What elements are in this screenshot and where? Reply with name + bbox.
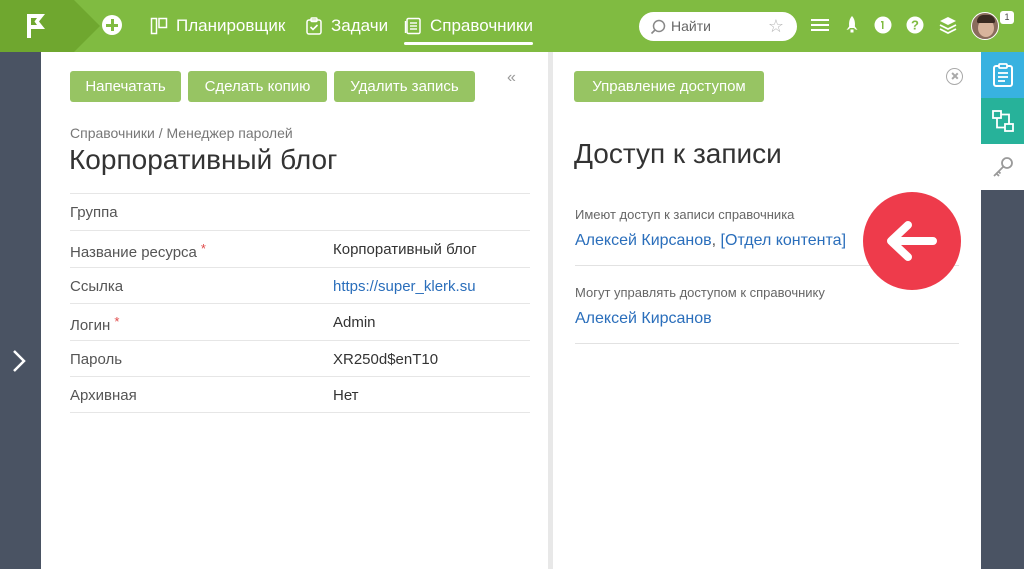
add-button[interactable] bbox=[102, 15, 122, 35]
nav-planner[interactable]: Планировщик bbox=[150, 0, 285, 52]
breadcrumb[interactable]: Справочники / Менеджер паролей bbox=[70, 125, 293, 141]
key-icon bbox=[992, 157, 1013, 177]
menu-icon[interactable] bbox=[811, 16, 829, 34]
manage-section-label: Могут управлять доступом к справочнику bbox=[575, 285, 825, 300]
field-label: Логин * bbox=[70, 314, 119, 334]
field-row-login: Логин * Admin bbox=[70, 303, 530, 340]
side-tool-access[interactable] bbox=[981, 144, 1024, 190]
side-toolbar bbox=[981, 52, 1024, 569]
nav-directories-label: Справочники bbox=[430, 16, 533, 35]
side-tool-structure[interactable] bbox=[981, 98, 1024, 144]
star-icon[interactable]: ☆ bbox=[768, 16, 784, 37]
help-icon[interactable]: ? bbox=[906, 16, 924, 34]
field-label: Архивная bbox=[70, 387, 137, 404]
copy-button[interactable]: Сделать копию bbox=[188, 71, 327, 102]
user-avatar[interactable] bbox=[971, 12, 999, 40]
structure-icon bbox=[991, 110, 1014, 132]
department-link[interactable]: [Отдел контента] bbox=[721, 232, 846, 249]
logo-arrow-shape bbox=[74, 0, 100, 52]
page-title: Корпоративный блог bbox=[69, 144, 338, 175]
left-rail bbox=[0, 52, 41, 569]
field-label: Название ресурса * bbox=[70, 241, 206, 261]
clipboard-icon bbox=[992, 63, 1013, 87]
rocket-icon[interactable] bbox=[845, 16, 859, 34]
access-title: Доступ к записи bbox=[574, 138, 782, 169]
field-row-password: Пароль XR250d$enT10 bbox=[70, 340, 530, 377]
layers-icon[interactable] bbox=[939, 16, 957, 34]
arrow-annotation bbox=[863, 192, 961, 290]
search-box[interactable]: Найти ☆ bbox=[639, 12, 797, 41]
svg-text:?: ? bbox=[911, 18, 919, 33]
nav-tasks-label: Задачи bbox=[331, 16, 389, 35]
avatar-hair bbox=[977, 15, 995, 23]
field-value: XR250d$enT10 bbox=[333, 351, 439, 368]
field-row-group: Группа bbox=[70, 193, 530, 230]
field-label: Ссылка bbox=[70, 278, 124, 295]
field-label: Группа bbox=[70, 204, 118, 221]
manage-access-button[interactable]: Управление доступом bbox=[574, 71, 764, 102]
flag-logo-icon bbox=[27, 14, 45, 38]
separator-text: , bbox=[711, 232, 721, 249]
top-bar: Планировщик Задачи Справочники Найти ☆ ?… bbox=[0, 0, 1024, 52]
resource-url-link[interactable]: https://super_klerk.su bbox=[333, 278, 476, 295]
close-icon[interactable] bbox=[946, 68, 963, 85]
field-label-text: Логин bbox=[70, 317, 111, 334]
field-row-link: Ссылка https://super_klerk.su bbox=[70, 267, 530, 304]
chevron-right-icon[interactable] bbox=[11, 349, 27, 373]
search-placeholder: Найти bbox=[671, 18, 711, 34]
delete-button[interactable]: Удалить запись bbox=[334, 71, 475, 102]
access-section-label: Имеют доступ к записи справочника bbox=[575, 207, 795, 222]
arrow-left-icon bbox=[887, 221, 937, 261]
field-value: Нет bbox=[333, 387, 359, 404]
directories-icon bbox=[404, 17, 421, 35]
search-icon bbox=[650, 19, 666, 35]
field-row-archived: Архивная Нет bbox=[70, 376, 530, 413]
active-tab-indicator bbox=[404, 42, 533, 45]
field-label-text: Название ресурса bbox=[70, 244, 197, 261]
record-panel: Напечатать Сделать копию Удалить запись … bbox=[41, 52, 548, 569]
planner-icon bbox=[150, 17, 168, 35]
section-divider bbox=[575, 343, 959, 344]
field-row-resource-name: Название ресурса * Корпоративный блог bbox=[70, 230, 530, 267]
notification-badge: 1 bbox=[1000, 11, 1014, 24]
nav-tasks[interactable]: Задачи bbox=[305, 0, 388, 52]
field-value: Admin bbox=[333, 314, 376, 331]
tasks-icon bbox=[306, 17, 322, 35]
field-label: Пароль bbox=[70, 351, 123, 368]
print-button[interactable]: Напечатать bbox=[70, 71, 181, 102]
access-users: Алексей Кирсанов, [Отдел контента] bbox=[575, 232, 846, 250]
required-marker: * bbox=[200, 241, 206, 256]
field-value: Корпоративный блог bbox=[333, 241, 477, 258]
logo[interactable] bbox=[0, 0, 74, 52]
side-tool-clipboard[interactable] bbox=[981, 52, 1024, 98]
collapse-panel-icon[interactable]: « bbox=[507, 69, 516, 87]
nav-planner-label: Планировщик bbox=[176, 16, 286, 35]
manager-user-link[interactable]: Алексей Кирсанов bbox=[575, 310, 712, 328]
required-marker: * bbox=[114, 314, 120, 329]
user-link[interactable]: Алексей Кирсанов bbox=[575, 232, 712, 249]
access-panel: Управление доступом Доступ к записи Имею… bbox=[553, 52, 981, 569]
timer-icon[interactable] bbox=[874, 16, 892, 34]
